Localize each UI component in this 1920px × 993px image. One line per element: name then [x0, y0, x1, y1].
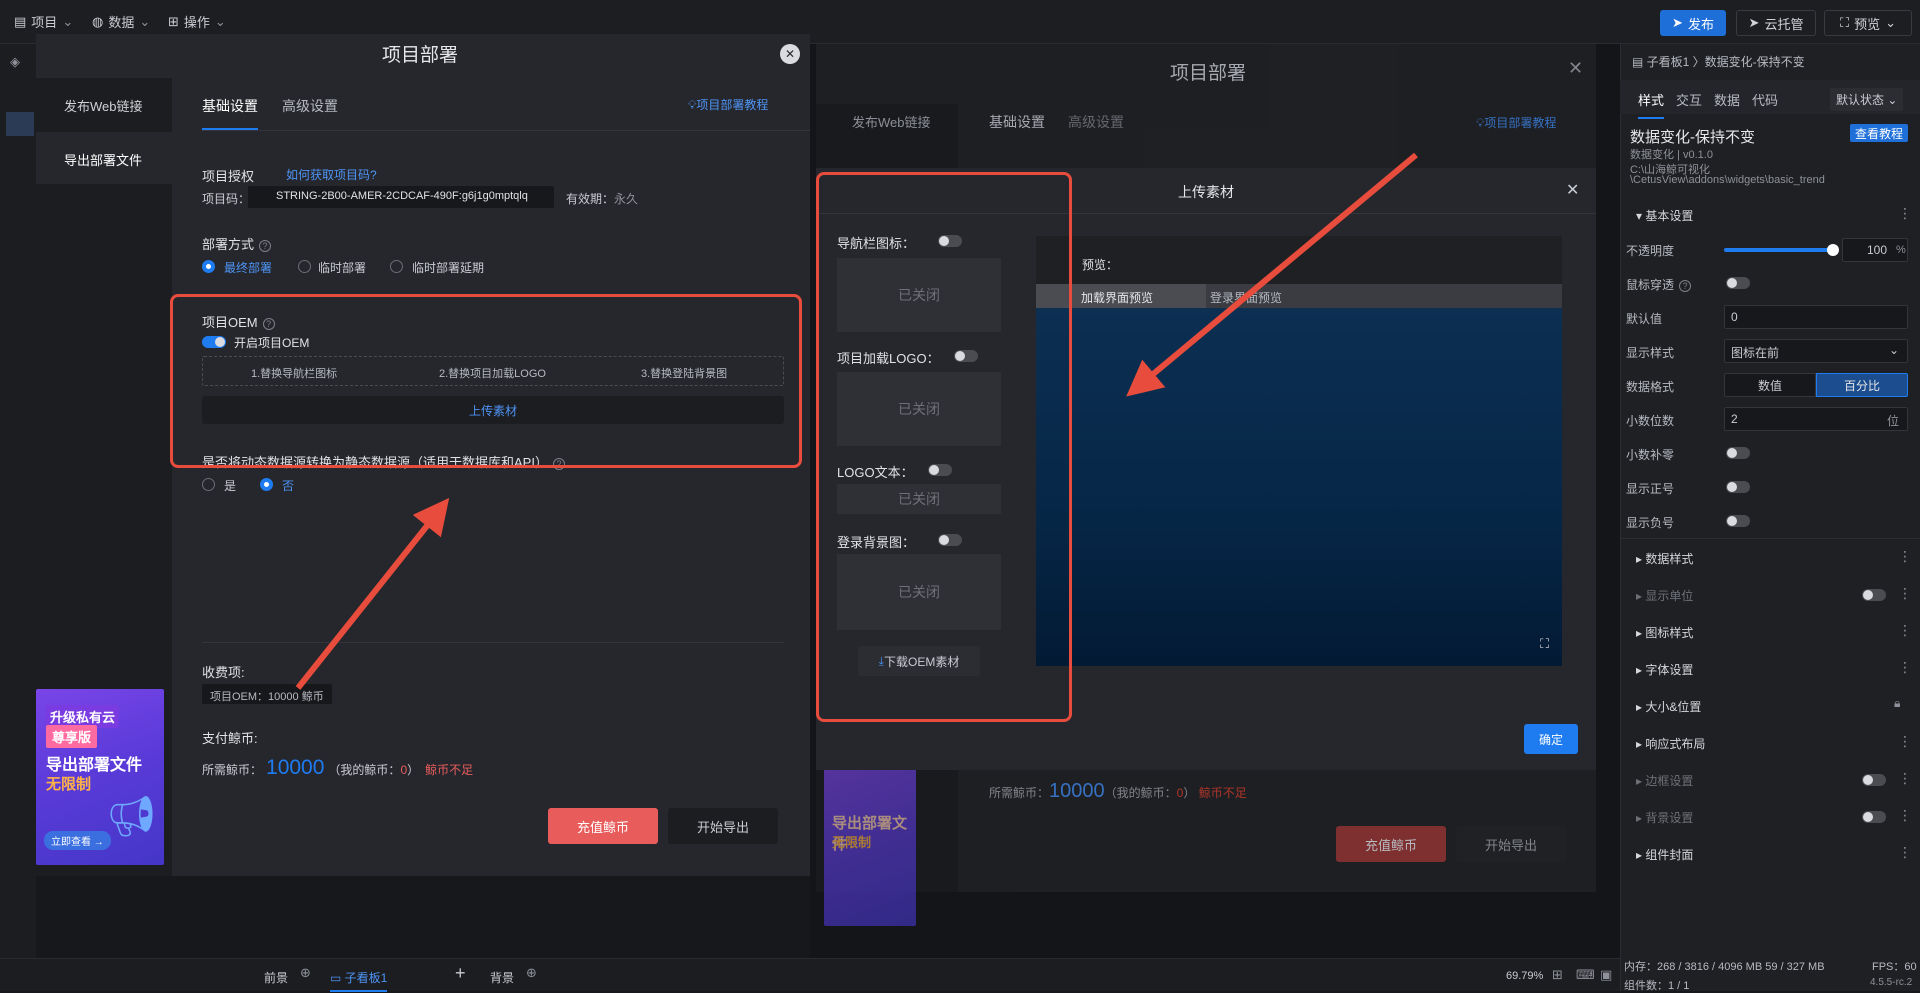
annotation-arrows — [295, 152, 1418, 690]
arrow-to-oem — [295, 497, 450, 690]
arrow-to-upload — [1126, 152, 1418, 397]
